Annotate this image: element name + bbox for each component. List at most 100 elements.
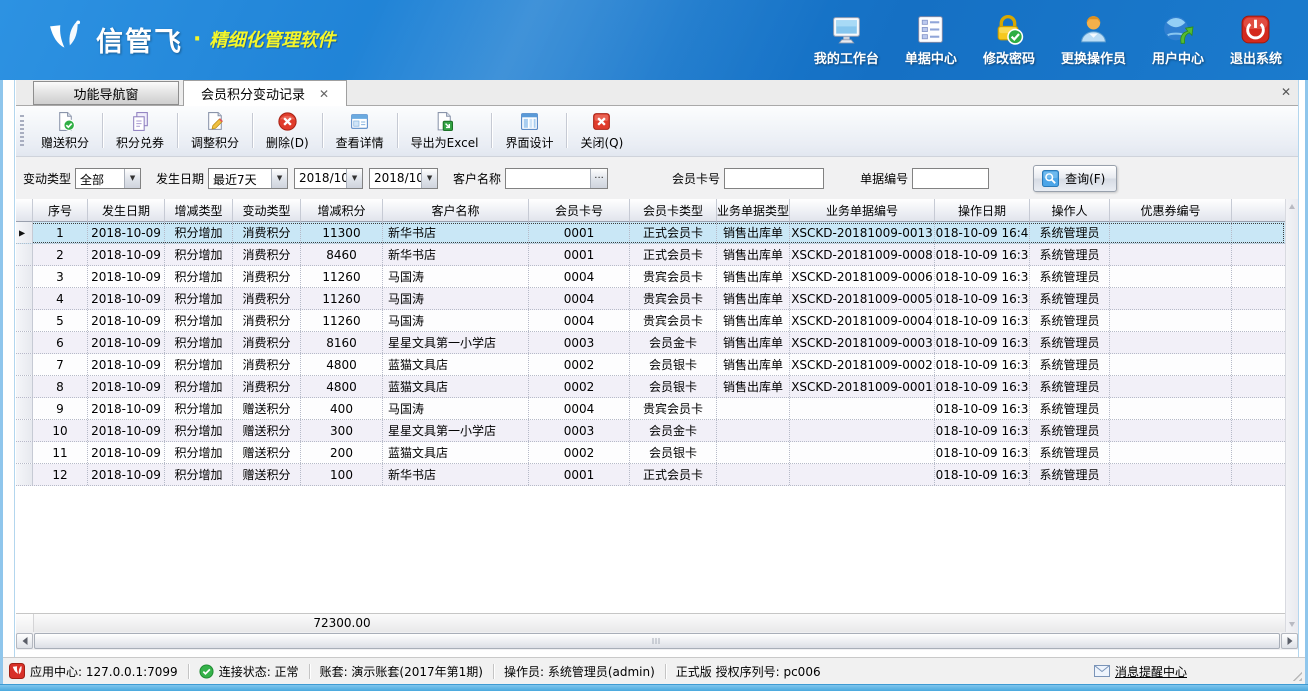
table-cell: 0004: [529, 310, 630, 331]
table-row[interactable]: 42018-10-09积分增加消费积分11260马国涛0004贵宾会员卡销售出库…: [16, 288, 1285, 310]
table-cell: [1110, 354, 1232, 375]
column-header[interactable]: 会员卡号: [529, 199, 630, 222]
table-row[interactable]: 82018-10-09积分增加消费积分4800蓝猫文具店0002会员银卡销售出库…: [16, 376, 1285, 398]
scrollbar-thumb[interactable]: [34, 633, 1280, 649]
vertical-scrollbar[interactable]: [1285, 199, 1298, 632]
date-to-combo[interactable]: 2018/10/9: [369, 168, 438, 189]
column-header[interactable]: 发生日期: [88, 199, 165, 222]
status-separator: [493, 664, 494, 679]
points-coupon-button[interactable]: 积分兑券: [103, 108, 177, 153]
toolbar-grip-icon[interactable]: [20, 115, 24, 146]
ellipsis-lookup-icon[interactable]: [590, 169, 607, 188]
column-header[interactable]: 操作日期: [935, 199, 1030, 222]
adjust-points-button[interactable]: 调整积分: [178, 108, 252, 153]
table-cell: 5: [33, 310, 88, 331]
card-no-input[interactable]: [725, 169, 823, 188]
window-bottom-frame: [0, 684, 1308, 691]
status-separator: [309, 664, 310, 679]
points-coupon-icon: [130, 111, 151, 132]
scroll-right-arrow-icon[interactable]: [1281, 633, 1298, 649]
tab-close-icon[interactable]: [319, 88, 329, 100]
chevron-down-icon[interactable]: [346, 169, 362, 188]
nav-user-center[interactable]: 用户中心: [1152, 13, 1204, 67]
chevron-down-icon[interactable]: [271, 169, 287, 188]
change-type-combo[interactable]: 全部: [75, 168, 141, 189]
table-row[interactable]: 122018-10-09积分增加赠送积分100新华书店0001正式会员卡2018…: [16, 464, 1285, 486]
delete-button[interactable]: 删除(D): [253, 108, 322, 153]
row-indicator-header: [16, 199, 33, 222]
date-label: 发生日期: [156, 170, 204, 187]
nav-switch-operator[interactable]: 更换操作员: [1061, 13, 1126, 67]
table-cell: 马国涛: [383, 288, 529, 309]
nav-exit-system[interactable]: 退出系统: [1230, 13, 1282, 67]
gift-points-button[interactable]: 赠送积分: [28, 108, 102, 153]
table-row[interactable]: 22018-10-09积分增加消费积分8460新华书店0001正式会员卡销售出库…: [16, 244, 1285, 266]
table-row[interactable]: 112018-10-09积分增加赠送积分200蓝猫文具店0002会员银卡2018…: [16, 442, 1285, 464]
table-cell: 11300: [301, 222, 383, 243]
table-cell: 正式会员卡: [630, 244, 717, 265]
table-row[interactable]: 12018-10-09积分增加消费积分11300新华书店0001正式会员卡销售出…: [16, 222, 1285, 244]
nav-my-workstation[interactable]: 我的工作台: [814, 13, 879, 67]
column-header[interactable]: 序号: [33, 199, 88, 222]
tab-strip: 功能导航窗 会员积分变动记录: [16, 80, 1298, 106]
tab-nav-window[interactable]: 功能导航窗: [33, 81, 179, 105]
chevron-down-icon[interactable]: [421, 169, 437, 188]
table-row[interactable]: 52018-10-09积分增加消费积分11260马国涛0004贵宾会员卡销售出库…: [16, 310, 1285, 332]
tabstrip-close-icon[interactable]: [1281, 85, 1291, 99]
column-header[interactable]: 增减积分: [301, 199, 383, 222]
close-button[interactable]: 关闭(Q): [567, 108, 636, 153]
table-cell: 系统管理员: [1030, 376, 1110, 397]
table-cell: 积分增加: [165, 354, 233, 375]
column-header[interactable]: 操作人: [1030, 199, 1110, 222]
date-range-combo[interactable]: 最近7天: [208, 168, 288, 189]
toolbar: 赠送积分 积分兑券 调整积分: [16, 106, 1298, 157]
date-from-combo[interactable]: 2018/10/2: [294, 168, 363, 189]
message-center-link[interactable]: 消息提醒中心: [1094, 663, 1187, 680]
view-details-button[interactable]: 查看详情: [323, 108, 397, 153]
table-cell: 系统管理员: [1030, 332, 1110, 353]
table-cell: 8460: [301, 244, 383, 265]
table-cell: 消费积分: [233, 310, 301, 331]
table-cell: 积分增加: [165, 222, 233, 243]
nav-change-password[interactable]: 修改密码: [983, 13, 1035, 67]
card-no-input-box: [724, 168, 824, 189]
table-cell: 300: [301, 420, 383, 441]
app-tagline: 精细化管理软件: [209, 26, 335, 52]
column-header[interactable]: 会员卡类型: [630, 199, 717, 222]
column-header[interactable]: 业务单据编号: [790, 199, 935, 222]
customer-input[interactable]: [506, 169, 590, 188]
tab-member-points-record[interactable]: 会员积分变动记录: [183, 80, 347, 106]
column-header[interactable]: 增减类型: [165, 199, 233, 222]
table-cell: 400: [301, 398, 383, 419]
table-cell: 4: [33, 288, 88, 309]
table-cell: 马国涛: [383, 310, 529, 331]
resize-grip-icon[interactable]: [1292, 671, 1302, 681]
table-cell-filler: [1232, 354, 1285, 375]
table-cell: 100: [301, 464, 383, 485]
table-cell: 2018-10-09: [88, 332, 165, 353]
table-row[interactable]: 92018-10-09积分增加赠送积分400马国涛0004贵宾会员卡2018-1…: [16, 398, 1285, 420]
column-header[interactable]: 业务单据类型: [717, 199, 790, 222]
app-header: 信管飞 · 精细化管理软件 我的工作台: [0, 0, 1308, 80]
table-cell: 系统管理员: [1030, 266, 1110, 287]
horizontal-scrollbar[interactable]: [16, 632, 1298, 650]
table-cell: XSCKD-20181009-0008: [790, 244, 935, 265]
table-cell: 积分增加: [165, 266, 233, 287]
table-row[interactable]: 102018-10-09积分增加赠送积分300星星文具第一小学店0003会员金卡…: [16, 420, 1285, 442]
column-header[interactable]: 客户名称: [383, 199, 529, 222]
ui-design-button[interactable]: 界面设计: [492, 108, 566, 153]
column-header[interactable]: 变动类型: [233, 199, 301, 222]
table-cell: [1110, 310, 1232, 331]
doc-no-input[interactable]: [913, 169, 988, 188]
table-row[interactable]: 62018-10-09积分增加消费积分8160星星文具第一小学店0003会员金卡…: [16, 332, 1285, 354]
scroll-left-arrow-icon[interactable]: [16, 633, 33, 649]
query-button[interactable]: 查询(F): [1033, 165, 1117, 192]
table-cell-filler: [1232, 222, 1285, 243]
table-cell: [790, 464, 935, 485]
table-row[interactable]: 72018-10-09积分增加消费积分4800蓝猫文具店0002会员银卡销售出库…: [16, 354, 1285, 376]
column-header[interactable]: 优惠券编号: [1110, 199, 1232, 222]
nav-document-center[interactable]: 单据中心: [905, 13, 957, 67]
export-excel-button[interactable]: 导出为Excel: [398, 108, 492, 153]
table-row[interactable]: 32018-10-09积分增加消费积分11260马国涛0004贵宾会员卡销售出库…: [16, 266, 1285, 288]
chevron-down-icon[interactable]: [124, 169, 140, 188]
